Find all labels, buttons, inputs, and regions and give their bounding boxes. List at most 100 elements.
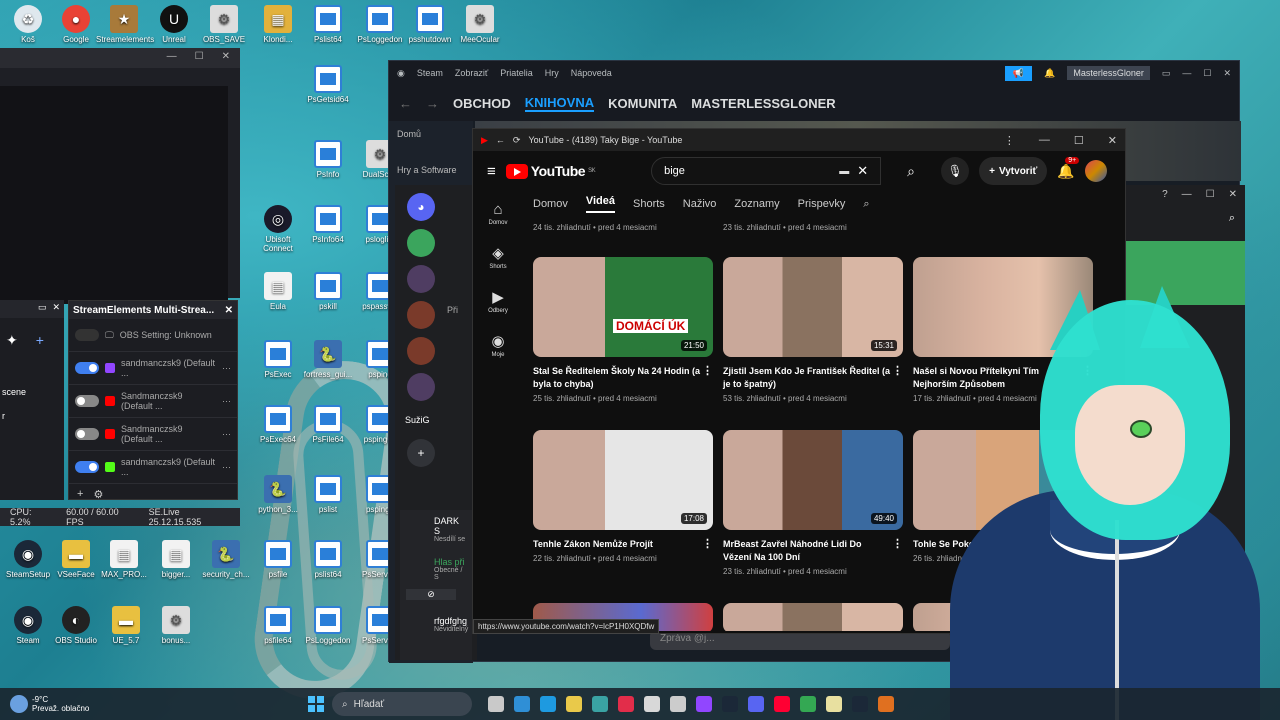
desktop-icon[interactable]: Pslist64 — [300, 5, 356, 44]
taskbar-app-icon[interactable] — [722, 696, 738, 712]
tab-0[interactable]: Domov — [533, 198, 568, 210]
taskbar-app-icon[interactable] — [670, 696, 686, 712]
taskbar-app-icon[interactable] — [800, 696, 816, 712]
taskbar-app-icon[interactable] — [774, 696, 790, 712]
maximize-button[interactable]: ☐ — [195, 51, 204, 65]
taskbar-app-icon[interactable] — [592, 696, 608, 712]
create-button[interactable]: + Vytvoriť — [979, 157, 1048, 185]
desktop-icon[interactable]: PsInfo64 — [300, 205, 356, 244]
help-icon[interactable]: ? — [1162, 189, 1168, 200]
video-card[interactable]: 17:08 Tenhle Zákon Nemůže Projít 22 tis. z… — [533, 430, 713, 563]
taskbar-app-icon[interactable] — [748, 696, 764, 712]
nav-library[interactable]: KNIHOVNA — [524, 95, 595, 112]
tab-1[interactable]: Videá — [585, 195, 615, 213]
close-icon[interactable]: ✕ — [52, 302, 60, 316]
destination-toggle[interactable] — [75, 395, 99, 407]
desktop-icon[interactable]: ▦ Klondi... — [250, 5, 306, 44]
minimize-button[interactable]: — — [1182, 189, 1192, 200]
menu-help[interactable]: Nápoveda — [571, 68, 612, 78]
desktop-icon[interactable]: 🐍 python_3... — [250, 475, 306, 514]
weather-widget[interactable]: -9°C Prevaž. oblačno — [0, 695, 89, 713]
add-icon[interactable]: + — [77, 488, 83, 501]
desktop-icon[interactable]: ⚙ bonus... — [148, 606, 204, 645]
clear-search-icon[interactable]: ✕ — [857, 163, 868, 179]
desktop-icon[interactable]: pslist — [300, 475, 356, 514]
sidebar-home[interactable]: Domů — [389, 121, 473, 147]
nav-profile[interactable]: MASTERLESSGLONER — [691, 96, 835, 111]
camera-off-icon[interactable]: ⊘ — [406, 589, 456, 600]
taskbar-app-icon[interactable] — [618, 696, 634, 712]
video-thumbnail[interactable] — [723, 603, 903, 631]
desktop-icon[interactable]: PsLoggedon — [300, 606, 356, 645]
sidebar-games-software[interactable]: Hry a Software — [389, 157, 473, 183]
desktop-icon[interactable]: PsGetsid64 — [300, 65, 356, 104]
back-icon[interactable]: ← — [496, 135, 505, 145]
taskbar-app-icon[interactable] — [826, 696, 842, 712]
server-icon[interactable] — [407, 229, 435, 257]
desktop-icon[interactable]: PsLoggedon — [352, 5, 408, 44]
sparkle-icon[interactable]: ✦ — [6, 332, 18, 349]
desktop-icon[interactable]: PsExec64 — [250, 405, 306, 444]
minimize-button[interactable]: — — [1182, 68, 1191, 78]
video-thumbnail[interactable]: DOMÁCÍ ÚK 21:50 — [533, 257, 713, 357]
back-icon[interactable]: ← — [399, 96, 412, 111]
desktop-icon[interactable]: psfile64 — [250, 606, 306, 645]
minimize-button[interactable]: — — [167, 51, 177, 65]
nav-domov[interactable]: ⌂ Domov — [473, 201, 523, 226]
desktop-icon[interactable]: U Unreal — [146, 5, 202, 44]
gear-icon[interactable]: ⚙ — [93, 488, 103, 501]
taskbar-app-icon[interactable] — [878, 696, 894, 712]
destination-toggle[interactable] — [75, 461, 99, 473]
desktop-icon[interactable]: ◎ Ubisoft Connect — [250, 205, 306, 253]
close-button[interactable]: ✕ — [1108, 134, 1117, 147]
nav-moje[interactable]: ◉ Moje — [473, 332, 523, 358]
desktop-icon[interactable]: ▤ bigger... — [148, 540, 204, 579]
desktop-icon[interactable]: 🐍 security_ch... — [198, 540, 254, 579]
discord-home-icon[interactable]: ◕ — [407, 193, 435, 221]
forward-icon[interactable]: → — [426, 96, 439, 111]
server-icon[interactable] — [407, 301, 435, 329]
discord-username[interactable]: rfgdfghg — [406, 600, 467, 626]
desktop-icon[interactable]: psfile — [250, 540, 306, 579]
video-title[interactable]: MrBeast Zavřel Náhodné Lidi Do Vězení Na… — [723, 538, 903, 564]
minimize-button[interactable]: — — [1039, 134, 1050, 147]
desktop-icon[interactable]: ▬ UE_5.7 — [98, 606, 154, 645]
close-icon[interactable]: ✕ — [225, 305, 233, 316]
video-title[interactable]: Stal Se Ředitelem Školy Na 24 Hodin (a b… — [533, 365, 713, 391]
search-icon[interactable]: ⌕ — [1120, 204, 1245, 233]
close-button[interactable]: ✕ — [1229, 189, 1237, 200]
tab-5[interactable]: Prispevky — [798, 198, 846, 210]
taskbar-app-icon[interactable] — [852, 696, 868, 712]
more-icon[interactable]: ··· — [222, 363, 231, 373]
more-icon[interactable]: ··· — [222, 462, 231, 472]
nav-store[interactable]: OBCHOD — [453, 96, 511, 111]
menu-games[interactable]: Hry — [545, 68, 559, 78]
video-title[interactable]: Tenhle Zákon Nemůže Projít — [533, 538, 713, 551]
taskbar-app-icon[interactable] — [696, 696, 712, 712]
maximize-button[interactable]: ☐ — [1074, 134, 1084, 147]
taskbar-app-icon[interactable] — [644, 696, 660, 712]
destination-toggle[interactable] — [75, 428, 99, 440]
desktop-icon[interactable]: psshutdown — [402, 5, 458, 44]
tab-2[interactable]: Shorts — [633, 198, 665, 210]
add-icon[interactable]: + — [36, 332, 44, 349]
notifications-icon[interactable]: 🔔 9+ — [1057, 156, 1080, 180]
youtube-logo[interactable]: YouTube SK — [505, 163, 596, 179]
nav-shorts[interactable]: ◈ Shorts — [473, 244, 523, 270]
server-icon[interactable] — [407, 337, 435, 365]
steam-user-menu[interactable]: MasterlessGloner — [1067, 66, 1150, 80]
undock-icon[interactable]: ▭ — [38, 302, 47, 316]
menu-icon[interactable]: ≡ — [487, 163, 496, 180]
desktop-icon[interactable]: 🐍 fortress_gui... — [300, 340, 356, 379]
more-icon[interactable]: ··· — [222, 396, 231, 406]
reload-icon[interactable]: ⟳ — [513, 135, 521, 146]
tab-4[interactable]: Zoznamy — [734, 198, 779, 210]
nav-odbery[interactable]: ▶ Odbery — [473, 288, 523, 314]
taskbar-app-icon[interactable] — [488, 696, 504, 712]
desktop-icon[interactable]: PsExec — [250, 340, 306, 379]
big-picture-icon[interactable]: ▭ — [1162, 68, 1171, 79]
video-title[interactable]: Zjistil Jsem Kdo Je František Ředitel (a… — [723, 365, 903, 391]
video-thumbnail[interactable]: 17:08 — [533, 430, 713, 530]
add-server-icon[interactable]: + — [407, 439, 435, 467]
desktop-icon[interactable]: ⚙ MeeOcular — [452, 5, 508, 44]
